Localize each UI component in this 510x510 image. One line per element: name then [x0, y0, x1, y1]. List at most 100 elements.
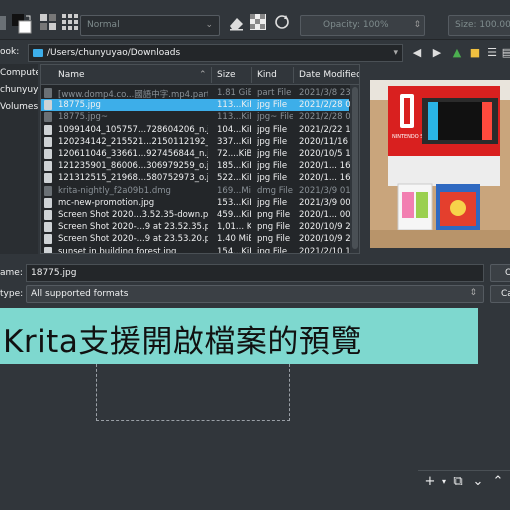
list-view-icon[interactable]: ☰ [485, 46, 499, 60]
file-row[interactable]: 10991404_105757...728604206_n.jpg 104...K… [41, 124, 355, 136]
file-row[interactable]: krita-nightly_f2a09b1.dmg 169...MiB dmg Fi… [41, 185, 355, 197]
list-header: Name ⌃ Size Kind Date Modified [41, 65, 359, 85]
opacity-label: Opacity: 100% [323, 20, 389, 30]
places-sidebar: Computer chunyuy... Volumes [0, 64, 38, 254]
reload-icon[interactable] [274, 14, 292, 32]
pattern-icon[interactable] [40, 14, 58, 32]
file-row[interactable]: sunset in building forest.jpg 154...KiB jp… [41, 246, 355, 254]
path-combobox[interactable]: /Users/chunyuyao/Downloads ▾ [28, 44, 403, 62]
place-volumes[interactable]: Volumes [0, 102, 38, 118]
parent-directory-icon[interactable]: ▲ [450, 46, 464, 60]
file-row[interactable]: 18775.jpg 113...KiB jpg File 2021/2/28 03:3… [41, 99, 355, 112]
column-name[interactable]: Name [58, 70, 85, 80]
file-icon [44, 185, 52, 196]
detail-view-icon[interactable]: ▤ [500, 46, 510, 60]
file-kind: jpg File [257, 246, 288, 254]
move-down-icon[interactable]: ⌄ [470, 474, 486, 490]
file-date: 2020/1... 00:31 [299, 210, 355, 220]
file-name-input[interactable]: 18775.jpg [26, 264, 484, 282]
file-row[interactable]: 121312515_21968...580752973_o.jpg 522...K… [41, 172, 355, 184]
new-folder-icon[interactable]: ■ [468, 46, 482, 60]
move-up-icon[interactable]: ⌃ [490, 474, 506, 490]
sort-up-icon: ⌃ [199, 70, 207, 80]
file-date: 2021/3/9 00:43 [299, 197, 355, 208]
column-divider[interactable] [251, 67, 252, 83]
file-kind: jpg File [257, 136, 288, 147]
file-icon [44, 246, 52, 253]
file-row[interactable]: Screen Shot 2020-...9 at 23.53.20.png 1.4… [41, 233, 355, 245]
file-size: 113...KiB [217, 112, 251, 123]
file-kind: png File [257, 222, 291, 233]
file-row[interactable]: Screen Shot 2020...3.52.35-down.png 459..… [41, 209, 355, 221]
file-kind: jpg~ File [257, 112, 293, 123]
swap-colors-icon[interactable] [12, 14, 32, 34]
file-type-select[interactable]: All supported formats ⇕ [26, 285, 484, 303]
file-name: 120611046_33661...927456844_n.jpg [58, 149, 208, 159]
file-name-label: ame: [0, 268, 23, 278]
preserve-alpha-icon[interactable] [250, 14, 268, 32]
eraser-icon[interactable] [228, 14, 246, 32]
column-date-modified[interactable]: Date Modified [299, 70, 359, 80]
file-name: 10991404_105757...728604206_n.jpg [58, 124, 208, 135]
file-size: 337...KiB [217, 136, 251, 147]
file-row[interactable]: [www.domp4.co...國語中字.mp4.part 1.81 GiB par… [41, 87, 355, 100]
file-size: 459...KiB [217, 210, 251, 220]
column-divider[interactable] [293, 67, 294, 83]
file-name: Screen Shot 2020-...9 at 23.52.35.png [58, 222, 208, 233]
place-label: chunyuy... [0, 85, 38, 95]
file-date: 2020/1... 16:53 [299, 173, 355, 184]
file-row[interactable]: mc-new-promotion.jpg 153...KiB jpg File 202… [41, 197, 355, 209]
vertical-scrollbar[interactable] [350, 85, 359, 253]
file-row[interactable]: Screen Shot 2020-...9 at 23.52.35.png 1,0… [41, 221, 355, 233]
file-icon [44, 88, 52, 98]
duplicate-icon[interactable]: ⧉ [450, 474, 466, 490]
file-row[interactable]: 120611046_33661...927456844_n.jpg 72....K… [41, 148, 355, 160]
spinbox-arrows-icon[interactable]: ⇕ [413, 20, 421, 30]
cancel-button[interactable]: Ca [490, 285, 510, 303]
column-kind[interactable]: Kind [257, 70, 277, 80]
file-size: 185...KiB [217, 161, 251, 172]
open-button[interactable]: O [490, 264, 510, 282]
file-date: 2020/10/9 23:52 [299, 222, 355, 233]
file-type-label: type: [0, 289, 24, 299]
look-in-label: ook: [0, 47, 20, 57]
back-arrow-icon[interactable]: ◀ [410, 46, 424, 60]
file-date: 2021/2/28 03:30 [299, 112, 355, 123]
file-kind: dmg File [257, 185, 293, 196]
file-kind: jpg File [257, 197, 288, 208]
file-date: 2020/10/5 18:40 [299, 149, 355, 159]
opacity-slider[interactable]: Opacity: 100% ⇕ [300, 15, 425, 36]
file-row[interactable]: 121235901_86006...306979259_o.jpg 185...K… [41, 160, 355, 172]
scrollbar-thumb[interactable] [352, 87, 358, 249]
place-computer[interactable]: Computer [0, 68, 38, 84]
file-kind: png File [257, 234, 291, 245]
place-label: Computer [0, 68, 38, 78]
file-kind: jpg File [257, 161, 288, 172]
forward-arrow-icon[interactable]: ▶ [430, 46, 444, 60]
file-list[interactable]: Name ⌃ Size Kind Date Modified [www.domp… [40, 64, 360, 254]
file-name: Screen Shot 2020-...9 at 23.53.20.png [58, 234, 208, 245]
image-preview: NINTENDO SWITCH [370, 80, 510, 248]
docker-bottom-bar: + ▾ ⧉ ⌄ ⌃ [0, 468, 510, 510]
cancel-button-label: Ca [501, 289, 510, 299]
column-size[interactable]: Size [217, 70, 235, 80]
grid-icon[interactable] [62, 14, 80, 32]
size-slider[interactable]: Size: 100.00 px [448, 15, 510, 36]
file-row[interactable]: 18775.jpg~ 113...KiB jpg~ File 2021/2/28 03… [41, 111, 355, 123]
file-size: 1,01... KiB [217, 222, 251, 233]
column-divider[interactable] [211, 67, 212, 83]
file-row[interactable]: 120234142_215521...2150112192_o.jpg 337..… [41, 136, 355, 148]
folder-icon [33, 49, 43, 57]
place-home[interactable]: chunyuy... [0, 85, 38, 101]
tool-options-toolbar: Normal ⌄ Opacity: 100% ⇕ Size: 100.00 px [0, 0, 510, 40]
file-date: 2020/10/9 23:53 [299, 234, 355, 245]
file-date: 2021/3/8 23:42 [299, 88, 355, 98]
file-size: 169...MiB [217, 185, 251, 196]
file-date: 2021/2/28 03:30 [299, 100, 355, 111]
file-icon [44, 173, 52, 184]
blend-mode-select[interactable]: Normal ⌄ [80, 15, 220, 36]
chevron-down-icon: ▾ [393, 48, 398, 58]
size-label: Size: 100.00 px [455, 20, 510, 30]
file-size: 113...KiB [217, 100, 251, 111]
file-icon [44, 197, 52, 208]
